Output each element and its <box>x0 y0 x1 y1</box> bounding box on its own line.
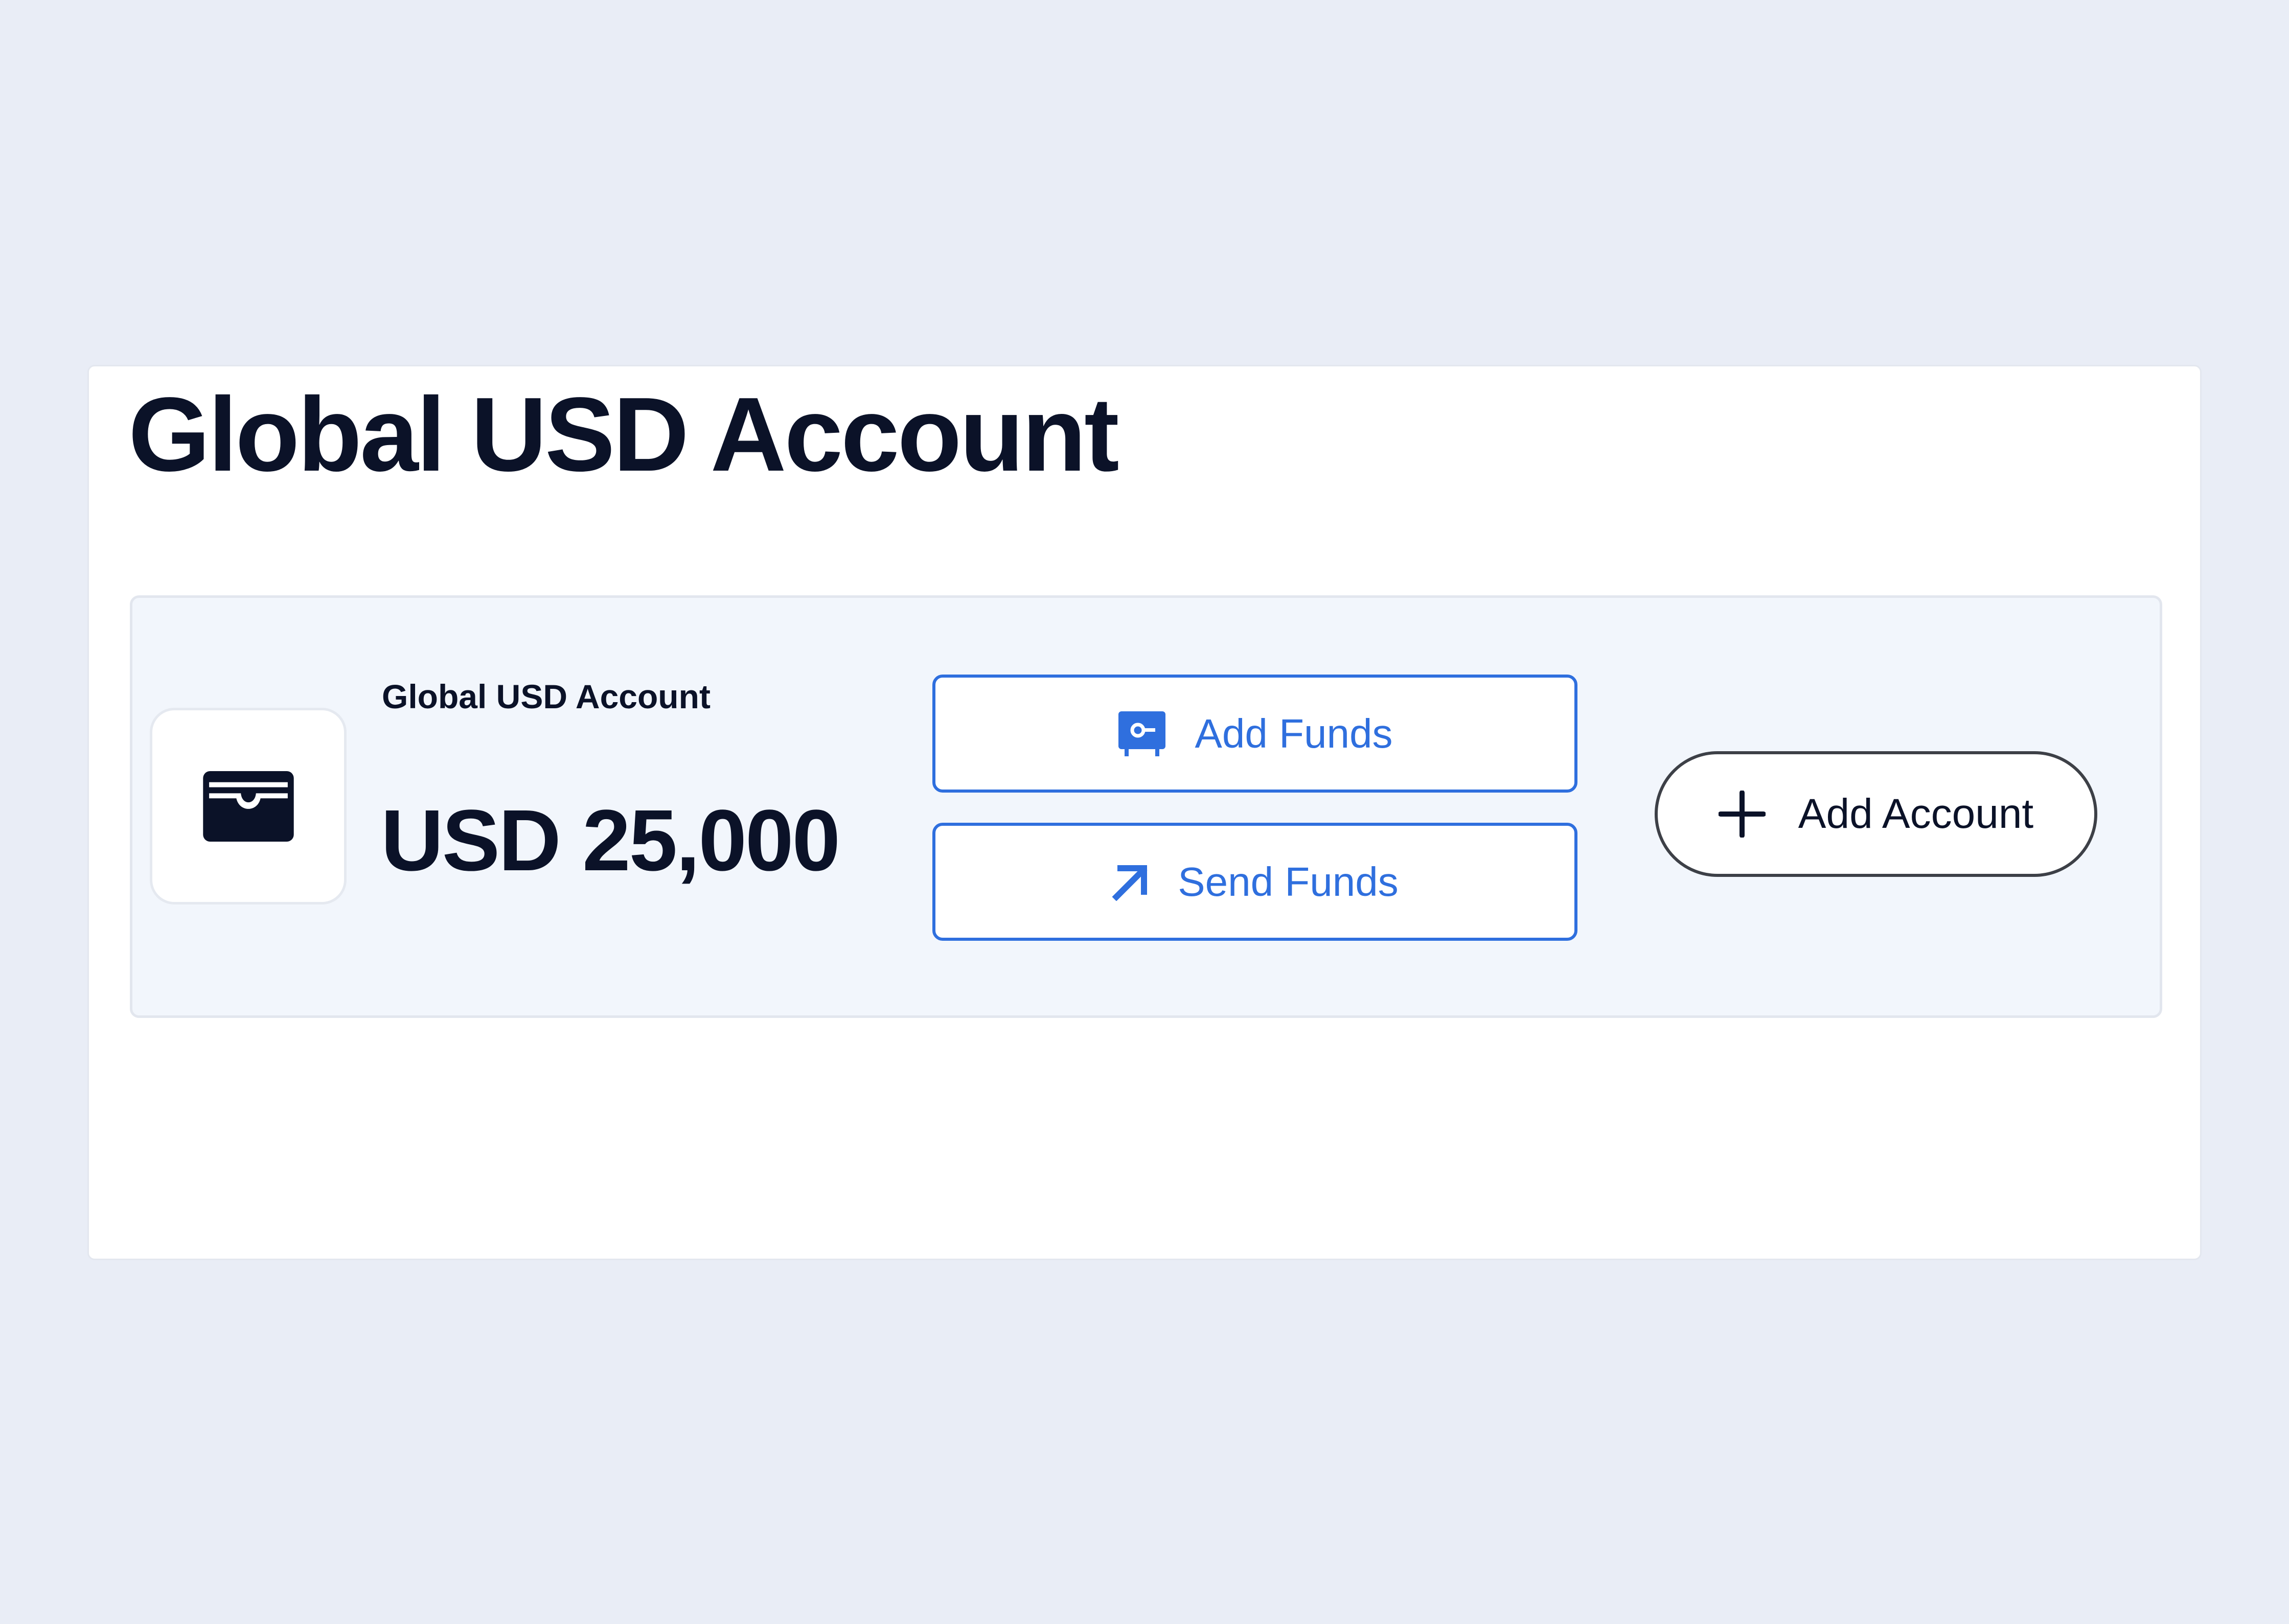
send-funds-label: Send Funds <box>1178 859 1399 904</box>
add-funds-label: Add Funds <box>1195 710 1393 756</box>
plus-icon <box>1718 791 1766 838</box>
add-account-button[interactable]: Add Account <box>1655 751 2097 877</box>
add-funds-button[interactable]: Add Funds <box>932 675 1577 793</box>
wallet-icon <box>202 771 294 842</box>
arrow-up-right-icon <box>1111 863 1149 901</box>
add-account-label: Add Account <box>1798 791 2034 837</box>
account-name: Global USD Account <box>382 678 711 715</box>
account-panel: Global USD Account Global USD Account US… <box>87 365 2202 1260</box>
account-balance: USD 25,000 <box>381 792 840 889</box>
send-funds-button[interactable]: Send Funds <box>932 823 1577 941</box>
wallet-tile <box>150 708 347 904</box>
account-card: Global USD Account USD 25,000 Add Funds <box>130 595 2162 1018</box>
safe-icon <box>1117 710 1166 757</box>
page-title: Global USD Account <box>128 376 1119 493</box>
